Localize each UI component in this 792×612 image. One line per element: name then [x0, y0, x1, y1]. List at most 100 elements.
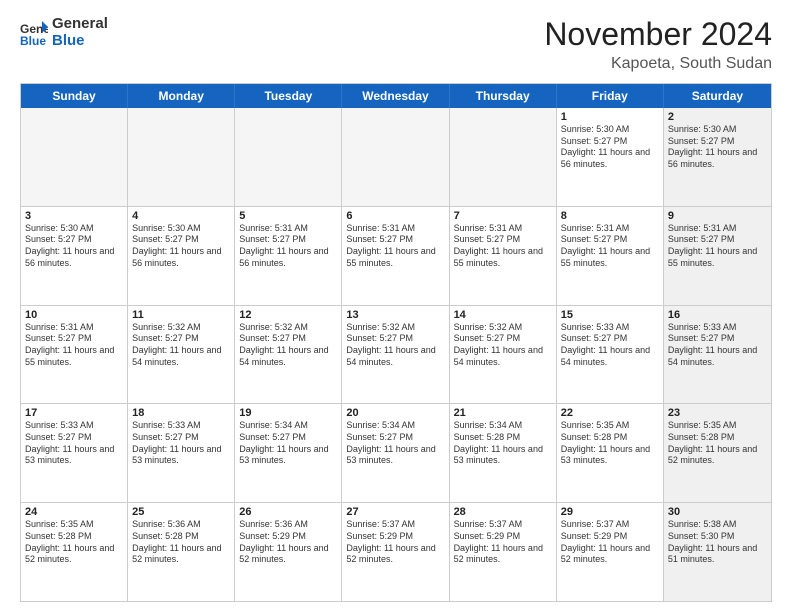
day-number: 2: [668, 111, 767, 123]
day-cell-11: 11Sunrise: 5:32 AM Sunset: 5:27 PM Dayli…: [128, 306, 235, 404]
day-info: Sunrise: 5:38 AM Sunset: 5:30 PM Dayligh…: [668, 519, 767, 566]
empty-cell-0-2: [235, 108, 342, 206]
title-block: November 2024 Kapoeta, South Sudan: [544, 16, 772, 73]
day-info: Sunrise: 5:33 AM Sunset: 5:27 PM Dayligh…: [25, 420, 123, 467]
day-cell-1: 1Sunrise: 5:30 AM Sunset: 5:27 PM Daylig…: [557, 108, 664, 206]
day-number: 25: [132, 506, 230, 518]
calendar-row-1: 3Sunrise: 5:30 AM Sunset: 5:27 PM Daylig…: [21, 206, 771, 305]
day-number: 27: [346, 506, 444, 518]
calendar-row-2: 10Sunrise: 5:31 AM Sunset: 5:27 PM Dayli…: [21, 305, 771, 404]
day-info: Sunrise: 5:32 AM Sunset: 5:27 PM Dayligh…: [346, 322, 444, 369]
day-info: Sunrise: 5:31 AM Sunset: 5:27 PM Dayligh…: [561, 223, 659, 270]
day-info: Sunrise: 5:33 AM Sunset: 5:27 PM Dayligh…: [668, 322, 767, 369]
calendar-header: SundayMondayTuesdayWednesdayThursdayFrid…: [21, 84, 771, 108]
day-info: Sunrise: 5:34 AM Sunset: 5:28 PM Dayligh…: [454, 420, 552, 467]
day-number: 19: [239, 407, 337, 419]
day-cell-4: 4Sunrise: 5:30 AM Sunset: 5:27 PM Daylig…: [128, 207, 235, 305]
day-number: 29: [561, 506, 659, 518]
day-cell-12: 12Sunrise: 5:32 AM Sunset: 5:27 PM Dayli…: [235, 306, 342, 404]
day-info: Sunrise: 5:35 AM Sunset: 5:28 PM Dayligh…: [25, 519, 123, 566]
day-info: Sunrise: 5:30 AM Sunset: 5:27 PM Dayligh…: [561, 124, 659, 171]
day-info: Sunrise: 5:37 AM Sunset: 5:29 PM Dayligh…: [561, 519, 659, 566]
day-cell-25: 25Sunrise: 5:36 AM Sunset: 5:28 PM Dayli…: [128, 503, 235, 601]
day-info: Sunrise: 5:31 AM Sunset: 5:27 PM Dayligh…: [25, 322, 123, 369]
header-day-monday: Monday: [128, 84, 235, 108]
day-number: 5: [239, 210, 337, 222]
page: General Blue General Blue November 2024 …: [0, 0, 792, 612]
day-cell-9: 9Sunrise: 5:31 AM Sunset: 5:27 PM Daylig…: [664, 207, 771, 305]
day-number: 3: [25, 210, 123, 222]
day-number: 22: [561, 407, 659, 419]
day-cell-18: 18Sunrise: 5:33 AM Sunset: 5:27 PM Dayli…: [128, 404, 235, 502]
day-info: Sunrise: 5:30 AM Sunset: 5:27 PM Dayligh…: [25, 223, 123, 270]
header-day-tuesday: Tuesday: [235, 84, 342, 108]
day-cell-19: 19Sunrise: 5:34 AM Sunset: 5:27 PM Dayli…: [235, 404, 342, 502]
empty-cell-0-4: [450, 108, 557, 206]
day-number: 6: [346, 210, 444, 222]
day-number: 18: [132, 407, 230, 419]
day-number: 24: [25, 506, 123, 518]
day-cell-8: 8Sunrise: 5:31 AM Sunset: 5:27 PM Daylig…: [557, 207, 664, 305]
day-number: 21: [454, 407, 552, 419]
title-location: Kapoeta, South Sudan: [544, 55, 772, 73]
day-info: Sunrise: 5:31 AM Sunset: 5:27 PM Dayligh…: [346, 223, 444, 270]
header-day-wednesday: Wednesday: [342, 84, 449, 108]
day-number: 20: [346, 407, 444, 419]
header-day-thursday: Thursday: [450, 84, 557, 108]
title-month: November 2024: [544, 16, 772, 53]
day-cell-15: 15Sunrise: 5:33 AM Sunset: 5:27 PM Dayli…: [557, 306, 664, 404]
logo-text: General Blue: [52, 16, 108, 49]
header: General Blue General Blue November 2024 …: [20, 16, 772, 73]
day-cell-14: 14Sunrise: 5:32 AM Sunset: 5:27 PM Dayli…: [450, 306, 557, 404]
day-cell-23: 23Sunrise: 5:35 AM Sunset: 5:28 PM Dayli…: [664, 404, 771, 502]
day-cell-27: 27Sunrise: 5:37 AM Sunset: 5:29 PM Dayli…: [342, 503, 449, 601]
day-info: Sunrise: 5:30 AM Sunset: 5:27 PM Dayligh…: [132, 223, 230, 270]
day-cell-21: 21Sunrise: 5:34 AM Sunset: 5:28 PM Dayli…: [450, 404, 557, 502]
day-number: 9: [668, 210, 767, 222]
day-cell-20: 20Sunrise: 5:34 AM Sunset: 5:27 PM Dayli…: [342, 404, 449, 502]
day-cell-16: 16Sunrise: 5:33 AM Sunset: 5:27 PM Dayli…: [664, 306, 771, 404]
calendar-row-0: 1Sunrise: 5:30 AM Sunset: 5:27 PM Daylig…: [21, 108, 771, 206]
day-info: Sunrise: 5:33 AM Sunset: 5:27 PM Dayligh…: [561, 322, 659, 369]
day-number: 8: [561, 210, 659, 222]
logo-general-text: General: [52, 16, 108, 33]
day-cell-24: 24Sunrise: 5:35 AM Sunset: 5:28 PM Dayli…: [21, 503, 128, 601]
day-number: 7: [454, 210, 552, 222]
day-cell-7: 7Sunrise: 5:31 AM Sunset: 5:27 PM Daylig…: [450, 207, 557, 305]
logo: General Blue General Blue: [20, 16, 108, 49]
day-number: 10: [25, 309, 123, 321]
day-cell-3: 3Sunrise: 5:30 AM Sunset: 5:27 PM Daylig…: [21, 207, 128, 305]
day-number: 16: [668, 309, 767, 321]
day-info: Sunrise: 5:34 AM Sunset: 5:27 PM Dayligh…: [346, 420, 444, 467]
day-cell-29: 29Sunrise: 5:37 AM Sunset: 5:29 PM Dayli…: [557, 503, 664, 601]
calendar: SundayMondayTuesdayWednesdayThursdayFrid…: [20, 83, 772, 602]
day-info: Sunrise: 5:32 AM Sunset: 5:27 PM Dayligh…: [132, 322, 230, 369]
calendar-body: 1Sunrise: 5:30 AM Sunset: 5:27 PM Daylig…: [21, 108, 771, 601]
calendar-row-3: 17Sunrise: 5:33 AM Sunset: 5:27 PM Dayli…: [21, 403, 771, 502]
day-info: Sunrise: 5:35 AM Sunset: 5:28 PM Dayligh…: [668, 420, 767, 467]
day-info: Sunrise: 5:33 AM Sunset: 5:27 PM Dayligh…: [132, 420, 230, 467]
header-day-sunday: Sunday: [21, 84, 128, 108]
day-cell-26: 26Sunrise: 5:36 AM Sunset: 5:29 PM Dayli…: [235, 503, 342, 601]
day-info: Sunrise: 5:35 AM Sunset: 5:28 PM Dayligh…: [561, 420, 659, 467]
svg-text:Blue: Blue: [20, 34, 46, 47]
logo-icon: General Blue: [20, 19, 48, 47]
empty-cell-0-1: [128, 108, 235, 206]
day-number: 15: [561, 309, 659, 321]
day-number: 12: [239, 309, 337, 321]
day-number: 23: [668, 407, 767, 419]
day-number: 28: [454, 506, 552, 518]
day-info: Sunrise: 5:36 AM Sunset: 5:28 PM Dayligh…: [132, 519, 230, 566]
day-number: 14: [454, 309, 552, 321]
day-number: 1: [561, 111, 659, 123]
day-cell-2: 2Sunrise: 5:30 AM Sunset: 5:27 PM Daylig…: [664, 108, 771, 206]
day-cell-6: 6Sunrise: 5:31 AM Sunset: 5:27 PM Daylig…: [342, 207, 449, 305]
day-cell-22: 22Sunrise: 5:35 AM Sunset: 5:28 PM Dayli…: [557, 404, 664, 502]
empty-cell-0-0: [21, 108, 128, 206]
day-number: 4: [132, 210, 230, 222]
day-info: Sunrise: 5:31 AM Sunset: 5:27 PM Dayligh…: [239, 223, 337, 270]
day-cell-13: 13Sunrise: 5:32 AM Sunset: 5:27 PM Dayli…: [342, 306, 449, 404]
day-number: 30: [668, 506, 767, 518]
day-info: Sunrise: 5:37 AM Sunset: 5:29 PM Dayligh…: [454, 519, 552, 566]
day-info: Sunrise: 5:31 AM Sunset: 5:27 PM Dayligh…: [668, 223, 767, 270]
